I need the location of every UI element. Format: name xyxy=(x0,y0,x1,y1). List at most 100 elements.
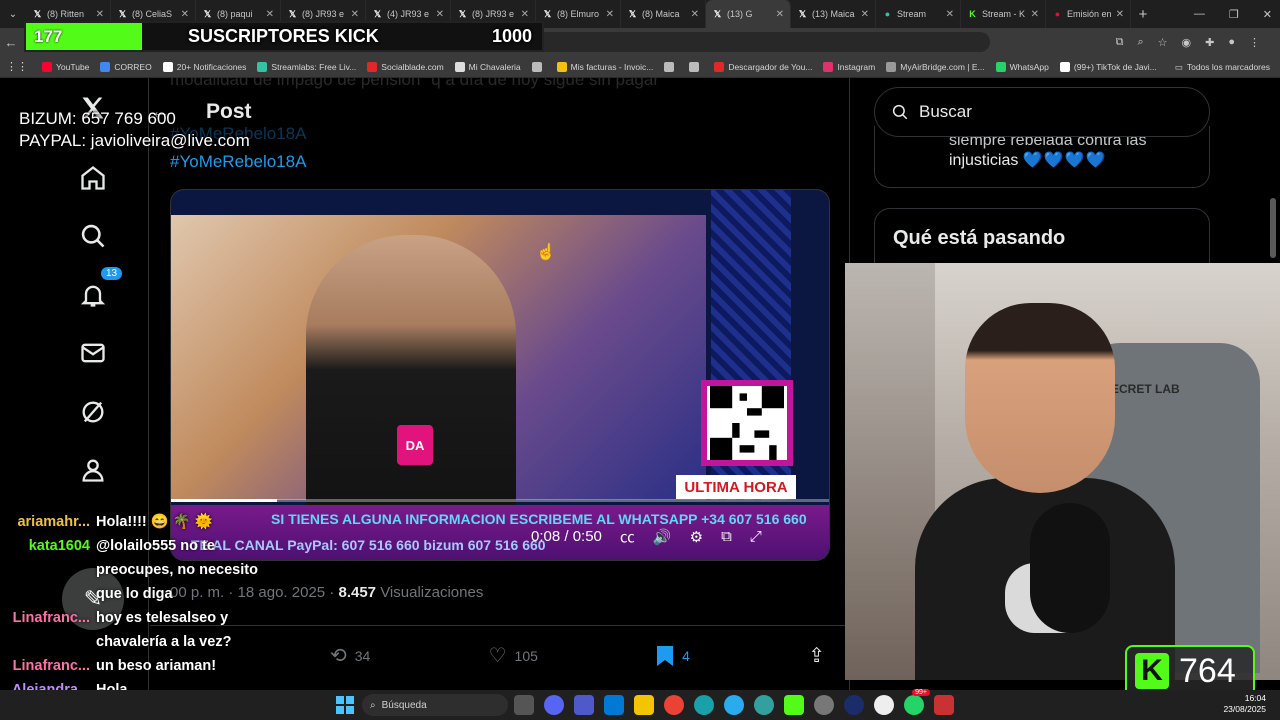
search-box[interactable]: Buscar xyxy=(874,87,1210,137)
home-icon[interactable] xyxy=(77,162,109,194)
close-tab-icon[interactable]: ✕ xyxy=(436,9,444,20)
bookmark-label: 20+ Notificaciones xyxy=(176,61,247,72)
puzzle-icon[interactable]: ✚ xyxy=(1205,36,1214,49)
kick-app-icon[interactable] xyxy=(784,695,804,715)
bookmark-item[interactable]: Descargador de You... xyxy=(714,61,812,72)
retweet-count: 34 xyxy=(354,647,371,664)
taskbar-search[interactable]: ⌕ Búsqueda xyxy=(362,694,508,716)
install-icon[interactable]: ⧉ xyxy=(1116,36,1124,49)
bookmark-item[interactable]: WhatsApp xyxy=(995,61,1049,72)
browser-tab[interactable]: K Stream - K ✕ xyxy=(961,0,1046,28)
close-tab-icon[interactable]: ✕ xyxy=(521,9,529,20)
captions-icon[interactable]: ㏄ xyxy=(620,526,635,547)
profile-icon[interactable]: ● xyxy=(1228,36,1235,48)
close-tab-icon[interactable]: ✕ xyxy=(1116,9,1124,20)
grok-icon[interactable] xyxy=(77,396,109,428)
fullscreen-icon[interactable]: ⤢ xyxy=(750,528,762,545)
bookmark-item[interactable]: YouTube xyxy=(42,61,89,72)
share-button[interactable]: ⇪ xyxy=(808,643,825,668)
close-tab-icon[interactable]: ✕ xyxy=(946,9,954,20)
bookmark-item[interactable]: CORREO xyxy=(100,61,152,72)
video-presenter xyxy=(306,235,516,535)
apps-icon[interactable]: ⋮⋮ xyxy=(6,60,28,73)
bookmark-item[interactable]: Socialblade.com xyxy=(367,61,444,72)
new-tab-button[interactable]: + xyxy=(1131,6,1155,23)
bookmark-item[interactable]: Streamlabs: Free Liv... xyxy=(257,61,356,72)
pip-icon[interactable]: ⧉ xyxy=(721,528,732,545)
bookmark-item[interactable] xyxy=(531,61,546,72)
bookmark-item[interactable] xyxy=(664,61,678,72)
web-app-icon[interactable] xyxy=(754,695,774,715)
tab-search-icon[interactable]: ⌄ xyxy=(0,0,26,28)
bookmark-count: 4 xyxy=(682,647,690,664)
close-tab-icon[interactable]: ✕ xyxy=(776,9,784,20)
close-tab-icon[interactable]: ✕ xyxy=(1031,9,1039,20)
extension-icon[interactable]: ◉ xyxy=(1182,36,1192,49)
bookmark-button[interactable]: 4 xyxy=(656,645,690,667)
notifications-icon[interactable]: 13 xyxy=(77,267,123,311)
browser-tab[interactable]: 𝕏 (8) Maica ✕ xyxy=(621,0,706,28)
app-icon[interactable] xyxy=(874,695,894,715)
star-icon[interactable]: ☆ xyxy=(1158,36,1168,49)
browser-tab[interactable]: 𝕏 (13) G ✕ xyxy=(706,0,791,28)
restore-icon[interactable]: ❐ xyxy=(1229,8,1239,21)
post-hashtag[interactable]: #YoMeRebelo18A xyxy=(170,152,306,172)
search-icon[interactable] xyxy=(77,220,109,252)
obs-icon[interactable] xyxy=(814,695,834,715)
app-icon-2[interactable] xyxy=(934,695,954,715)
browser-tab[interactable]: ● Stream ✕ xyxy=(876,0,961,28)
close-tab-icon[interactable]: ✕ xyxy=(181,9,189,20)
close-tab-icon[interactable]: ✕ xyxy=(606,9,614,20)
teams-icon[interactable] xyxy=(574,695,594,715)
bookmark-item[interactable] xyxy=(689,61,703,72)
bookmark-item[interactable]: 20+ Notificaciones xyxy=(162,61,247,72)
like-button[interactable]: ♡ 105 xyxy=(489,643,538,668)
vpn-icon[interactable] xyxy=(844,695,864,715)
volume-icon[interactable]: 🔊 xyxy=(653,528,672,546)
whatsapp-icon[interactable]: 99+ xyxy=(904,689,930,715)
browser-tab[interactable]: 𝕏 (13) Maica ✕ xyxy=(791,0,876,28)
bookmark-label: Mis facturas - Invoic... xyxy=(570,61,654,72)
bookmark-item[interactable]: Mis facturas - Invoic... xyxy=(556,61,654,72)
close-tab-icon[interactable]: ✕ xyxy=(691,9,699,20)
zoom-icon[interactable]: ⌕ xyxy=(1137,36,1143,49)
folder-icon: ▭ xyxy=(1174,61,1183,72)
scrollbar[interactable] xyxy=(1270,198,1276,258)
telegram-icon[interactable] xyxy=(724,695,744,715)
system-clock[interactable]: 16:04 23/08/2025 xyxy=(1223,693,1266,715)
bookmark-item[interactable]: Instagram xyxy=(823,61,875,72)
retweet-button[interactable]: ⟲ 34 xyxy=(330,643,370,668)
close-tab-icon[interactable]: ✕ xyxy=(96,9,104,20)
settings-icon[interactable]: ⚙ xyxy=(690,528,703,546)
bookmark-favicon-icon xyxy=(162,61,173,72)
windows-start-icon[interactable] xyxy=(336,696,354,714)
bookmark-item[interactable]: (99+) TikTok de Javi... xyxy=(1059,61,1157,72)
bookmark-item[interactable]: Mi Chavaleria xyxy=(454,61,521,72)
close-window-icon[interactable]: ✕ xyxy=(1263,8,1272,21)
video-progress-bar[interactable] xyxy=(171,499,829,502)
video-player[interactable]: DA ULTIMA HORA ☝ SI TIENES ALGUNA INFORM… xyxy=(170,189,830,561)
menu-icon[interactable]: ⋮ xyxy=(1249,36,1260,49)
outlook-icon[interactable] xyxy=(604,695,624,715)
file-explorer-icon[interactable] xyxy=(634,695,654,715)
close-tab-icon[interactable]: ✕ xyxy=(351,9,359,20)
bookmark-favicon-icon xyxy=(531,61,542,72)
browser-tab[interactable]: ● Emisión en ✕ xyxy=(1046,0,1131,28)
video-time: 0:08 / 0:50 xyxy=(531,528,602,545)
task-view-icon[interactable] xyxy=(514,695,534,715)
tab-title: (8) JR93 e xyxy=(472,9,515,19)
chrome-icon[interactable] xyxy=(664,695,684,715)
bookmark-label: (99+) TikTok de Javi... xyxy=(1073,61,1157,72)
profile-nav-icon[interactable] xyxy=(77,454,109,486)
browser-tab[interactable]: 𝕏 (8) Elmuro ✕ xyxy=(536,0,621,28)
bookmark-label: Mi Chavaleria xyxy=(468,61,521,72)
all-bookmarks[interactable]: ▭ Todos los marcadores xyxy=(1175,56,1270,78)
close-tab-icon[interactable]: ✕ xyxy=(861,9,869,20)
minimize-icon[interactable]: — xyxy=(1194,8,1205,20)
edge-icon[interactable] xyxy=(694,695,714,715)
bookmark-item[interactable]: MyAirBridge.com | E... xyxy=(886,61,985,72)
discord-icon[interactable] xyxy=(544,695,564,715)
close-tab-icon[interactable]: ✕ xyxy=(266,9,274,20)
back-icon[interactable]: ← xyxy=(0,35,22,50)
messages-icon[interactable] xyxy=(77,337,109,369)
